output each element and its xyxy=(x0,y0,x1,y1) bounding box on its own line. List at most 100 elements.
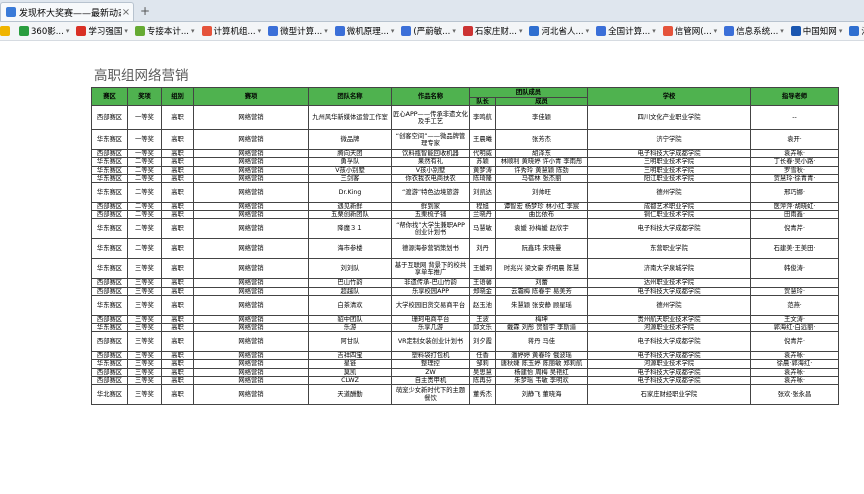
cell-captain: 代明威 xyxy=(469,149,496,159)
cell-captain: 黄梦涛 xyxy=(469,165,496,175)
cell-region: 华东赛区 xyxy=(91,359,128,369)
cell-region: 华东赛区 xyxy=(91,157,128,167)
cell-award: 二等奖 xyxy=(127,182,162,204)
col-header-region: 赛区 xyxy=(91,86,128,107)
cell-event: 网络营销 xyxy=(193,165,309,175)
bookmark-item[interactable]: 石家庄财... ▾ xyxy=(462,25,523,37)
cell-work-name: 大学校园旧货交易商平台 xyxy=(391,294,470,316)
cell-group: 高职 xyxy=(161,367,194,377)
cell-members: 马蓓林 张杰丽 xyxy=(495,173,588,184)
cell-group: 高职 xyxy=(161,351,194,361)
bookmarks-bar: 360影... ▾ 学习强国 ▾ 专接本计... ▾ 计算机组... ▾ 微型计算... ▾ 微机原… xyxy=(0,22,864,41)
chevron-down-icon: ▾ xyxy=(652,27,656,35)
paw-icon xyxy=(529,26,540,36)
cell-captain: 刘夕霞 xyxy=(469,331,496,353)
cell-award: 三等奖 xyxy=(127,367,162,377)
bookmark-item[interactable]: 信管网(... ▾ xyxy=(662,25,717,37)
cell-advisor: 田雨鑫· xyxy=(750,210,839,220)
bookmark-item[interactable]: (严蔚敏... ▾ xyxy=(401,25,456,37)
cell-school: 电子科技大学成都学院 xyxy=(587,218,751,240)
table-row: 华东赛区 一等奖 高职 网络营销 微品牌 “创客空间”——微品牌管理专家 王晨曦 张芳杰 济宁学… xyxy=(91,129,839,151)
cell-advisor: 张欢·张永昌 xyxy=(750,384,839,406)
cell-team-name: 吉祥四宝 xyxy=(308,351,392,361)
cell-captain: 王波 xyxy=(469,314,496,325)
cell-group: 高职 xyxy=(161,149,194,159)
cell-team-name: 海市参楼 xyxy=(308,238,392,260)
chevron-down-icon: ▾ xyxy=(324,27,328,35)
bookmark-item[interactable]: 360影... ▾ xyxy=(19,25,69,37)
bookmark-item[interactable]: 专接本计... ▾ xyxy=(134,25,195,37)
bookmark-item[interactable] xyxy=(0,26,12,36)
cell-team-name: 腾向天团 xyxy=(308,149,392,159)
cell-advisor: 郭海红·白远丽· xyxy=(750,323,839,333)
cell-award: 二等奖 xyxy=(127,165,162,175)
bookmark-item[interactable]: 微机原理... ▾ xyxy=(334,25,394,37)
cell-award: 三等奖 xyxy=(127,323,162,333)
cell-school: 电子科技大学成都学院 xyxy=(587,351,751,361)
cell-work-name: VR定制女装创业计划书 xyxy=(391,331,470,353)
cell-captain: 任香 xyxy=(469,351,496,361)
cell-captain: 邹莉 xyxy=(469,359,496,369)
cell-members: 朱梦瑶 韦敏 李明欢 xyxy=(495,375,588,386)
browser-tab[interactable]: 发现杯大奖赛——最新动态 × xyxy=(0,2,134,21)
cell-advisor: 邢巧娜· xyxy=(750,182,839,204)
cell-members: 胡泽东 xyxy=(495,149,588,159)
cell-region: 华北赛区 xyxy=(91,384,128,406)
cell-members: 刘蕾 xyxy=(495,278,588,288)
cell-group: 高职 xyxy=(161,286,194,296)
cell-event: 网络营销 xyxy=(193,173,309,184)
col-header-captain: 队长 xyxy=(469,96,496,107)
cell-group: 高职 xyxy=(161,258,194,280)
close-tab-icon[interactable]: × xyxy=(121,7,131,18)
cell-school: 河源职业技术学院 xyxy=(587,323,751,333)
bookmark-item[interactable]: 全国计算... ▾ xyxy=(596,25,656,37)
cell-advisor: 贺慧玲·徐青青· xyxy=(750,173,839,184)
table-row: 华东赛区 三等奖 高职 网络营销 星链 整理控 邹莉 唐秋婕 陈玉婷 陈丽敏 郑莉航 河源职业技… xyxy=(91,359,839,369)
bookmark-label: 信管网(... xyxy=(674,27,712,37)
cell-region: 西部赛区 xyxy=(91,105,128,131)
cell-work-name: 基于互联网 背景下的校共享单车推广 xyxy=(391,258,470,280)
cell-event: 网络营销 xyxy=(193,278,309,288)
table-row: 西部赛区 二等奖 高职 网络营销 五栗创新团队 五栗梳子铺 兰晓丹 曲比依布 铜仁职业技术学院田… xyxy=(91,210,839,220)
house-icon xyxy=(462,26,473,36)
cell-school: 阳江职业技术学院 xyxy=(587,173,751,184)
cell-group: 高职 xyxy=(161,278,194,288)
bookmark-item[interactable]: 信息系统... ▾ xyxy=(724,25,784,37)
cell-school: 电子科技大学成都学院 xyxy=(587,367,751,377)
cell-advisor: 丁长春·吴小路· xyxy=(750,157,839,167)
cell-event: 网络营销 xyxy=(193,375,309,386)
cell-members: 朱慧颖 张安静 顾星瑶 xyxy=(495,294,588,316)
cell-members: 潘婷婷 黄春玲 俄波瑶 xyxy=(495,351,588,361)
cell-members: 戴霖 刘彤 贺智宇 李斯渝 xyxy=(495,323,588,333)
bookmark-item[interactable]: 微型计算... ▾ xyxy=(268,25,328,37)
s-icon xyxy=(201,26,212,36)
cell-advisor: 袁卉咏· xyxy=(750,375,839,386)
cell-work-name: “渡游”特色边境旅游 xyxy=(391,182,470,204)
page-title: 高职组网络营销 xyxy=(94,68,189,84)
chevron-down-icon: ▾ xyxy=(518,27,523,35)
cell-school: 电子科技大学成都学院 xyxy=(587,149,751,159)
cell-members: 云霜梅 陈春宇 易美芳 xyxy=(495,286,588,296)
square-icon xyxy=(334,26,345,36)
col-header-team-name: 团队名称 xyxy=(308,86,392,107)
cell-school: 成都艺术职业学院 xyxy=(587,202,751,212)
cell-school: 四川文化产业职业学院 xyxy=(587,105,751,131)
bookmark-item[interactable]: 河北省人...▾ xyxy=(849,25,864,37)
cell-team-name: 貂中团队 xyxy=(308,314,392,325)
table-row: 西部赛区 三等奖 高职 网络营销 吉祥四宝 塑料袋打包机 任香 潘婷婷 黄春玲 俄波瑶 电子科技… xyxy=(91,351,839,361)
new-tab-button[interactable]: + xyxy=(138,5,152,19)
browser-360-icon xyxy=(19,26,29,36)
cell-award: 三等奖 xyxy=(127,351,162,361)
bookmark-item[interactable]: 学习强国 ▾ xyxy=(76,25,128,37)
cell-event: 网络营销 xyxy=(193,182,309,204)
cell-work-name: 自主贵甲机 xyxy=(391,375,470,386)
cell-members: 梅坤 xyxy=(495,314,588,325)
cell-work-name: 你衣我衣电商扶农 xyxy=(391,173,470,184)
col-header-work-name: 作品名称 xyxy=(391,86,470,107)
cell-members: 杨建怡 周梅 吴艳红 xyxy=(495,367,588,377)
table-row: 华东赛区 二等奖 高职 网络营销 勇孚队 果然有礼 苏颖 林顺利 黄晓婷 许小青 李雨彤 三明职… xyxy=(91,157,839,167)
bookmark-item[interactable]: 中国知网 ▾ xyxy=(790,25,842,37)
cell-event: 网络营销 xyxy=(193,149,309,159)
bookmark-item[interactable]: 河北省人...▾ xyxy=(529,25,589,37)
bookmark-item[interactable]: 计算机组... ▾ xyxy=(201,25,261,37)
